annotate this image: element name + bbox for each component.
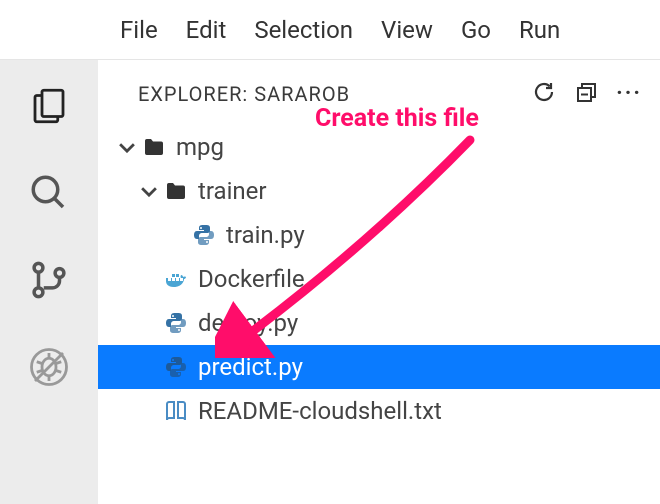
tree-item-label: trainer [198, 177, 267, 205]
python-file-icon [164, 355, 188, 379]
tree-item-label: Dockerfile [198, 265, 305, 293]
spacer [138, 312, 160, 334]
tree-file-predict-py[interactable]: predict.py [98, 345, 660, 389]
chevron-down-icon [116, 136, 138, 158]
explorer-title: EXPLORER: SARAROB [138, 82, 522, 106]
tree-item-label: predict.py [198, 353, 303, 381]
python-file-icon [192, 223, 216, 247]
folder-icon [164, 179, 188, 203]
refresh-icon[interactable] [532, 80, 556, 108]
tree-item-label: README-cloudshell.txt [198, 397, 442, 425]
python-file-icon [164, 311, 188, 335]
search-icon[interactable] [28, 172, 70, 214]
menu-selection[interactable]: Selection [254, 16, 353, 44]
menu-run[interactable]: Run [519, 16, 560, 44]
menu-file[interactable]: File [120, 16, 158, 44]
tree-item-label: deploy.py [198, 309, 298, 337]
tree-file-dockerfile[interactable]: Dockerfile [98, 257, 660, 301]
tree-item-label: mpg [176, 133, 224, 161]
spacer [138, 356, 160, 378]
collapse-all-icon[interactable] [574, 80, 598, 108]
readme-file-icon [164, 399, 188, 423]
tree-file-train-py[interactable]: train.py [98, 213, 660, 257]
spacer [166, 224, 188, 246]
docker-file-icon [164, 267, 188, 291]
tree-folder-mpg[interactable]: mpg [98, 125, 660, 169]
menu-go[interactable]: Go [461, 16, 491, 44]
tree-file-deploy-py[interactable]: deploy.py [98, 301, 660, 345]
file-tree: mpg trainer train.py [98, 120, 660, 433]
menu-edit[interactable]: Edit [186, 16, 227, 44]
tree-folder-trainer[interactable]: trainer [98, 169, 660, 213]
menubar: File Edit Selection View Go Run [0, 0, 660, 60]
tree-file-readme[interactable]: README-cloudshell.txt [98, 389, 660, 433]
explorer-panel: EXPLORER: SARAROB ··· [98, 60, 660, 504]
spacer [138, 268, 160, 290]
explorer-header: EXPLORER: SARAROB ··· [98, 60, 660, 120]
chevron-down-icon [138, 180, 160, 202]
debug-disabled-icon[interactable] [28, 346, 70, 388]
spacer [138, 400, 160, 422]
main-area: EXPLORER: SARAROB ··· [0, 60, 660, 504]
more-icon[interactable]: ··· [616, 83, 642, 105]
tree-item-label: train.py [226, 221, 305, 249]
activity-bar [0, 60, 98, 504]
folder-icon [142, 135, 166, 159]
source-control-icon[interactable] [28, 259, 70, 301]
explorer-icon[interactable] [28, 85, 70, 127]
menu-view[interactable]: View [381, 16, 433, 44]
